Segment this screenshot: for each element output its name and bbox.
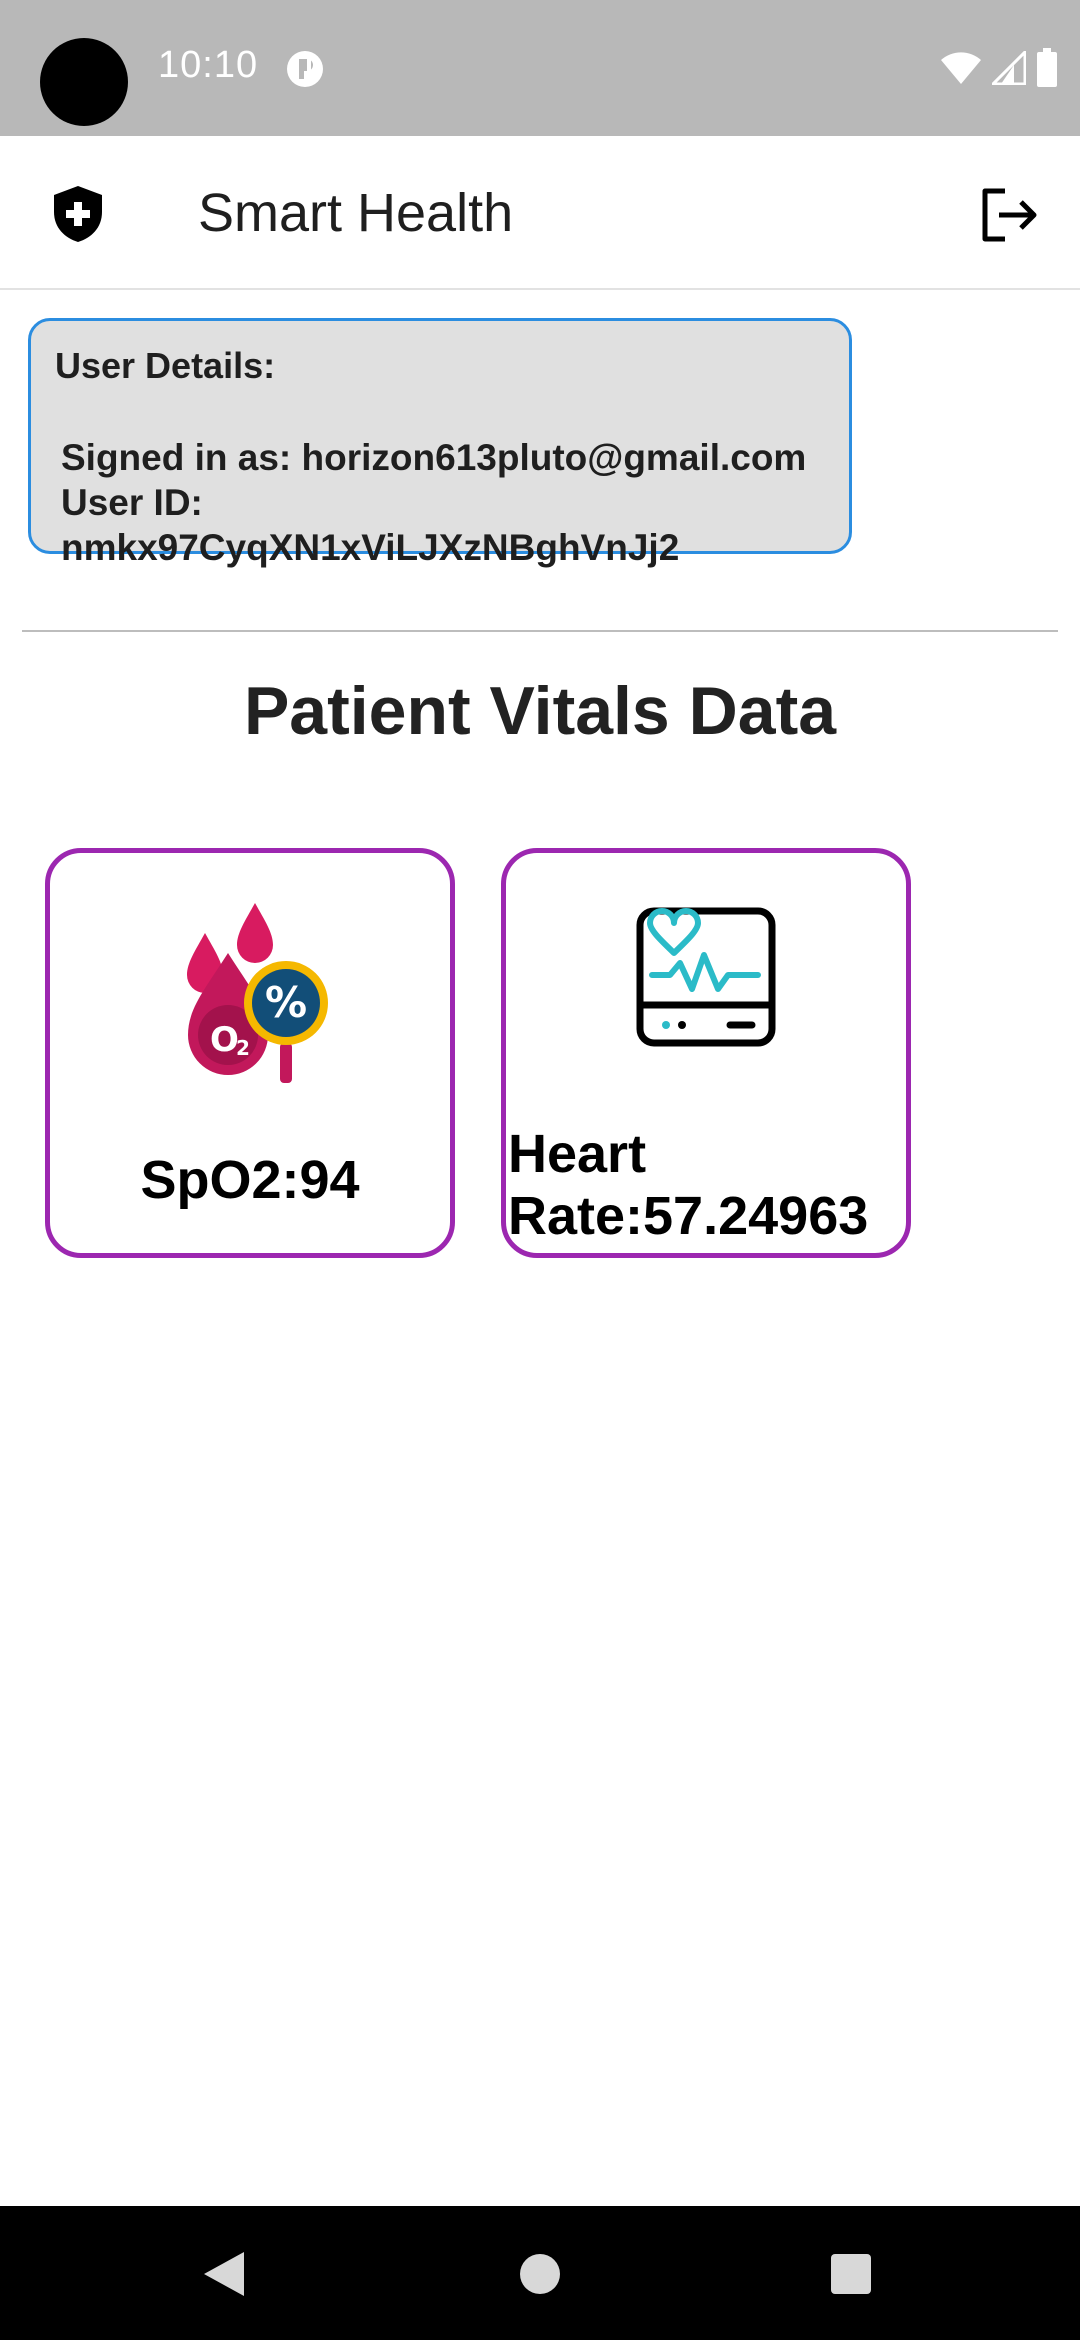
section-title: Patient Vitals Data: [243, 673, 837, 749]
back-icon: [204, 2252, 244, 2296]
spo2-value: SpO2:94: [140, 1150, 360, 1210]
shield-plus-icon: [54, 186, 102, 242]
logout-button[interactable]: [974, 180, 1044, 250]
home-icon: [520, 2254, 560, 2294]
camera-cutout: [40, 38, 128, 126]
svg-text:%: %: [265, 978, 307, 1027]
app-title: Smart Health: [198, 183, 514, 243]
divider: [22, 630, 1058, 632]
battery-icon: [1037, 48, 1057, 87]
logout-icon: [982, 188, 1037, 242]
heart-rate-value: Heart Rate:57.24963: [508, 1124, 869, 1246]
heart-rate-card[interactable]: Heart Rate:57.24963: [501, 848, 911, 1258]
blood-oxygen-icon: O 2 %: [187, 903, 328, 1083]
spo2-card[interactable]: O 2 % SpO2:94: [45, 848, 455, 1258]
recent-apps-icon: [831, 2254, 871, 2294]
status-time: 10:10: [158, 44, 259, 86]
user-details-heading: User Details:: [55, 345, 276, 386]
status-icons: [940, 48, 1058, 88]
home-button[interactable]: [512, 2246, 568, 2302]
user-details-card: User Details: Signed in as: horizon613pl…: [28, 318, 852, 568]
user-id-text: User ID: nmkx97CyqXN1xViLJXzNBghVnJj2: [61, 482, 680, 568]
wifi-icon: [941, 52, 981, 84]
svg-text:2: 2: [236, 1036, 250, 1060]
heart-monitor-icon: [636, 907, 776, 1047]
cellular-signal-icon: [992, 51, 1026, 85]
app-bar: Smart Health: [0, 136, 1080, 290]
recent-apps-button[interactable]: [823, 2246, 879, 2302]
back-button[interactable]: [196, 2246, 252, 2302]
signed-in-text: Signed in as: horizon613pluto@gmail.com: [61, 437, 807, 478]
navigation-bar: [0, 2206, 1080, 2340]
svg-text:O: O: [210, 1020, 239, 1060]
status-bar: 10:10: [0, 0, 1080, 136]
notification-app-icon: [287, 51, 323, 87]
